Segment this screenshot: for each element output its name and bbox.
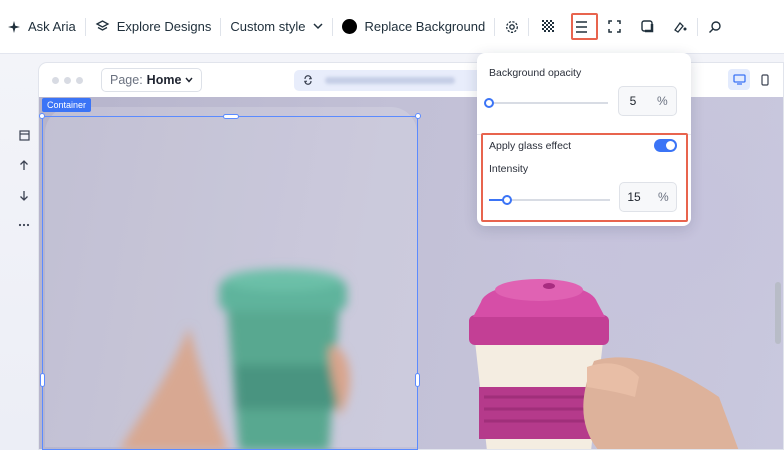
crop-button[interactable] (598, 0, 631, 54)
replace-background-label: Replace Background (364, 19, 486, 34)
resize-handle[interactable] (40, 373, 45, 387)
opacity-button[interactable] (532, 0, 565, 54)
glass-effect-highlight (481, 133, 688, 222)
bg-opacity-slider-knob[interactable] (484, 98, 494, 108)
url-text-blurred (325, 76, 456, 84)
chevron-down-icon (185, 77, 193, 83)
resize-handle[interactable] (415, 373, 420, 387)
url-bar[interactable] (294, 69, 505, 91)
settings-button[interactable] (495, 0, 528, 54)
bg-opacity-input[interactable]: 5 % (618, 86, 677, 116)
container-tag: Container (42, 98, 92, 112)
left-toolbar (12, 120, 36, 240)
search-button[interactable] (698, 0, 731, 54)
ask-aria-button[interactable]: Ask Aria (0, 0, 85, 54)
page-prefix: Page: (110, 73, 143, 87)
arrow-down-icon (20, 190, 28, 201)
mobile-icon (761, 73, 769, 86)
more-icon (18, 223, 30, 227)
mobile-view-button[interactable] (754, 69, 776, 90)
shadow-button[interactable] (631, 0, 664, 54)
custom-style-dropdown[interactable]: Custom style (221, 0, 332, 54)
desktop-icon (732, 74, 746, 85)
ask-aria-label: Ask Aria (28, 19, 76, 34)
color-swatch-icon (342, 19, 358, 34)
crop-icon (608, 20, 621, 33)
vertical-scrollbar[interactable] (775, 282, 781, 344)
page-name: Home (146, 73, 182, 87)
bg-opacity-label: Background opacity (489, 67, 582, 79)
arrow-up-icon (20, 159, 28, 170)
top-toolbar: Ask Aria Explore Designs Custom style Re… (0, 0, 784, 54)
resize-handle[interactable] (415, 113, 421, 119)
search-icon (708, 20, 721, 33)
sparkle-icon (6, 19, 22, 35)
selected-container-outline[interactable] (39, 113, 421, 450)
bg-opacity-value: 5 (629, 94, 637, 108)
custom-style-label: Custom style (230, 19, 306, 34)
explore-designs-label: Explore Designs (116, 19, 212, 34)
replace-background-button[interactable]: Replace Background (333, 0, 494, 54)
bg-opacity-unit: % (657, 94, 668, 108)
refresh-icon (304, 75, 313, 85)
settings-icon (505, 20, 518, 33)
device-toggle (728, 69, 776, 90)
layers-icon (95, 19, 111, 35)
chevron-down-icon (313, 23, 324, 30)
toolbar-divider (528, 17, 530, 36)
resize-handle[interactable] (39, 113, 45, 119)
shadow-icon (641, 20, 654, 33)
paint-button[interactable] (664, 0, 697, 54)
move-up-button[interactable] (12, 150, 36, 180)
page-selector[interactable]: Page: Home (101, 68, 203, 92)
opacity-pattern-icon (542, 20, 555, 32)
window-dots (52, 76, 83, 84)
desktop-view-button[interactable] (728, 69, 750, 90)
resize-handle[interactable] (223, 114, 239, 119)
move-down-button[interactable] (12, 180, 36, 210)
paint-icon (674, 21, 687, 33)
explore-designs-button[interactable]: Explore Designs (86, 0, 221, 54)
more-button[interactable] (12, 210, 36, 240)
opacity-button-highlight (571, 13, 598, 40)
bg-opacity-slider-track[interactable] (489, 102, 608, 104)
container-button[interactable] (12, 120, 36, 150)
container-icon (18, 129, 30, 141)
